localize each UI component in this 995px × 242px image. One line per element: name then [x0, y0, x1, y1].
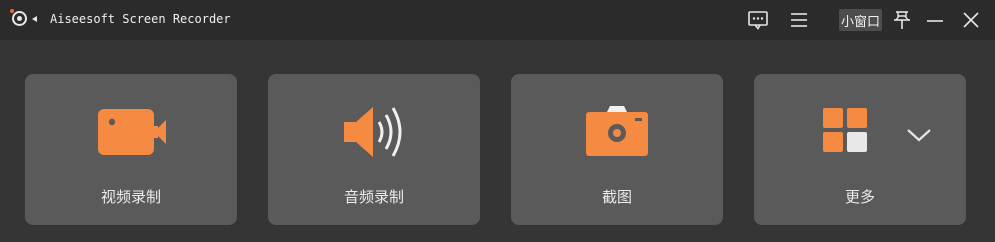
title-bar: Aiseesoft Screen Recorder 小窗口	[0, 0, 995, 40]
camera-icon	[511, 104, 723, 160]
pin-icon	[894, 11, 910, 29]
mini-window-button[interactable]: 小窗口	[839, 9, 883, 31]
record-logo-icon	[10, 9, 37, 26]
card-label: 音频录制	[343, 188, 404, 206]
chat-bubble-icon	[748, 11, 768, 30]
video-recorder-card[interactable]: 视频录制	[25, 74, 237, 225]
screenshot-card[interactable]: 截图	[511, 74, 723, 225]
audio-recorder-card[interactable]: 音频录制	[268, 74, 480, 225]
speaker-icon	[268, 104, 480, 160]
close-icon	[963, 12, 979, 28]
card-label: 更多	[844, 188, 875, 206]
more-tools-card[interactable]: 更多	[754, 74, 966, 225]
minimize-button[interactable]	[925, 8, 945, 32]
card-label: 截图	[601, 188, 632, 206]
feedback-button[interactable]	[746, 8, 770, 32]
video-camera-icon	[25, 104, 237, 160]
card-label: 视频录制	[100, 188, 161, 206]
feature-cards: 视频录制 音频录制 截图 更多	[0, 40, 995, 242]
menu-button[interactable]	[789, 8, 809, 32]
close-button[interactable]	[961, 8, 981, 32]
minimize-icon	[927, 20, 943, 22]
chevron-down-icon[interactable]	[904, 122, 934, 148]
hamburger-menu-icon	[791, 13, 807, 27]
grid-icon	[754, 104, 966, 160]
pin-button[interactable]	[892, 8, 912, 32]
app-title: Aiseesoft Screen Recorder	[50, 12, 231, 26]
